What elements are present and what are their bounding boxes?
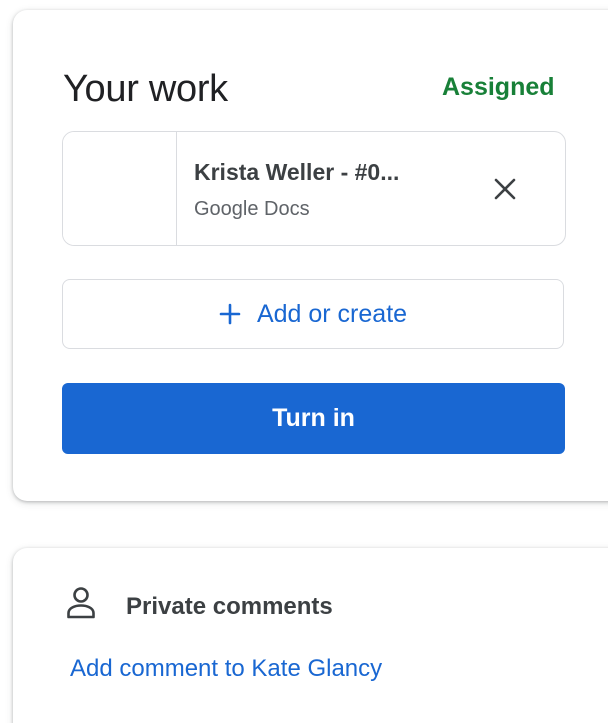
status-badge: Assigned [442,73,555,101]
remove-attachment-button[interactable] [483,167,527,211]
close-icon [494,178,516,200]
turn-in-label: Turn in [272,404,355,432]
add-comment-link[interactable]: Add comment to Kate Glancy [70,655,382,683]
attachment-type: Google Docs [194,198,310,220]
attachment-thumbnail[interactable] [63,132,177,245]
page: Your work Assigned Krista Weller - #0...… [0,0,608,723]
private-comments-card: Private comments Add comment to Kate Gla… [13,548,608,723]
turn-in-button[interactable]: Turn in [62,383,565,454]
your-work-title: Your work [63,68,228,110]
plus-icon [219,303,241,325]
person-icon [67,587,95,619]
attachment-card[interactable]: Krista Weller - #0... Google Docs [62,131,566,246]
add-or-create-button[interactable]: Add or create [62,279,564,349]
private-comments-title: Private comments [126,593,333,620]
your-work-card: Your work Assigned Krista Weller - #0...… [13,10,608,501]
attachment-title[interactable]: Krista Weller - #0... [194,159,399,186]
add-or-create-label: Add or create [256,299,408,328]
